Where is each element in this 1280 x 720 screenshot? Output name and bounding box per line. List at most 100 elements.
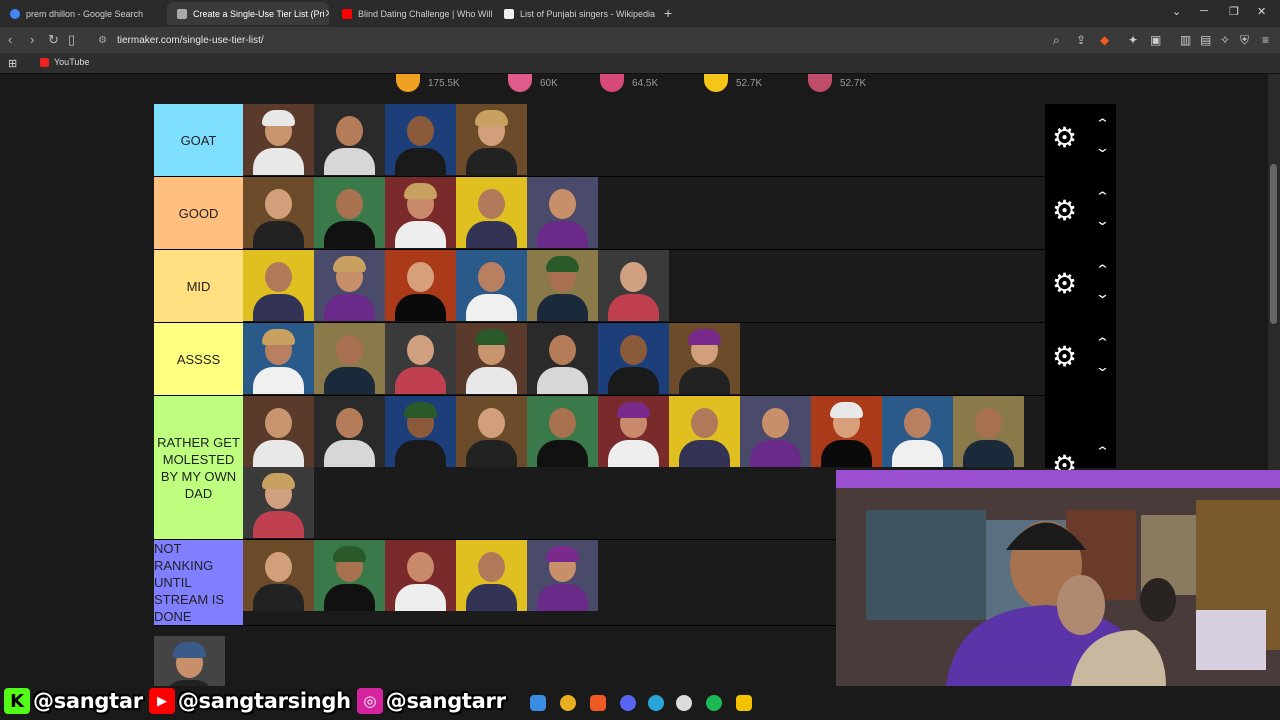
tier-label[interactable]: NOT RANKING UNTIL STREAM IS DONE xyxy=(154,540,243,625)
settings-gear-icon[interactable]: ⚙ xyxy=(1052,270,1077,298)
new-tab-icon[interactable]: + xyxy=(664,5,672,21)
reload-icon[interactable]: ↻ xyxy=(48,32,59,48)
url-field[interactable]: ⚙ tiermaker.com/single-use-tier-list/ xyxy=(90,30,890,50)
restore-icon[interactable]: ❐ xyxy=(1229,5,1239,18)
share-icon[interactable]: ⇪ xyxy=(1076,33,1086,47)
tab-tiermaker[interactable]: Create a Single-Use Tier List (Pri ✕ xyxy=(167,2,329,25)
wallet-icon[interactable]: ▣ xyxy=(1150,33,1161,47)
tier-item[interactable] xyxy=(527,177,598,248)
tier-item[interactable] xyxy=(882,396,953,467)
start-icon[interactable] xyxy=(530,695,546,711)
tier-item[interactable] xyxy=(527,250,598,321)
tier-item[interactable] xyxy=(385,540,456,611)
tier-label[interactable]: ASSSS xyxy=(154,323,243,395)
tier-item[interactable] xyxy=(527,323,598,394)
tier-item[interactable] xyxy=(243,323,314,394)
chrome-icon[interactable] xyxy=(560,695,576,711)
tier-item[interactable] xyxy=(314,250,385,321)
back-icon[interactable]: ‹ xyxy=(8,32,12,47)
tab-youtube-video[interactable]: Blind Dating Challenge | Who Will Ki xyxy=(332,4,492,24)
reaction-love[interactable]: 60K xyxy=(508,74,558,92)
move-up-icon[interactable]: ⌃ xyxy=(1095,189,1110,205)
tier-item[interactable] xyxy=(598,250,669,321)
tier-item[interactable] xyxy=(243,396,314,467)
tab-list-icon[interactable]: ⌄ xyxy=(1172,5,1181,18)
unranked-item[interactable] xyxy=(154,636,225,686)
tier-item[interactable] xyxy=(740,396,811,467)
file-explorer-icon[interactable] xyxy=(736,695,752,711)
close-window-icon[interactable]: ✕ xyxy=(1257,5,1266,18)
tier-label[interactable]: GOOD xyxy=(154,177,243,249)
tier-item[interactable] xyxy=(314,177,385,248)
wallet2-icon[interactable]: ▤ xyxy=(1200,33,1211,47)
tier-item[interactable] xyxy=(527,540,598,611)
zoom-icon[interactable]: ⌕ xyxy=(1053,33,1060,48)
tier-item[interactable] xyxy=(314,323,385,394)
tier-item[interactable] xyxy=(811,396,882,467)
tier-item[interactable] xyxy=(669,323,740,394)
tier-item[interactable] xyxy=(527,396,598,467)
tier-item[interactable] xyxy=(243,250,314,321)
discord-icon[interactable] xyxy=(620,695,636,711)
move-down-icon[interactable]: ⌄ xyxy=(1095,140,1110,156)
reaction-laugh[interactable]: 175.5K xyxy=(396,74,460,92)
forward-icon[interactable]: › xyxy=(30,32,34,47)
tier-item[interactable] xyxy=(385,250,456,321)
edge-icon[interactable] xyxy=(648,695,664,711)
tier-label[interactable]: RATHER GET MOLESTED BY MY OWN DAD xyxy=(154,396,243,539)
brave-shield-icon[interactable]: ◆ xyxy=(1100,33,1109,47)
site-info-icon[interactable]: ⚙ xyxy=(98,35,107,46)
move-up-icon[interactable]: ⌃ xyxy=(1095,335,1110,351)
minimize-icon[interactable]: ─ xyxy=(1200,5,1208,17)
bookmark-youtube[interactable]: YouTube xyxy=(40,57,89,67)
tier-label[interactable]: MID xyxy=(154,250,243,322)
apps-icon[interactable]: ⊞ xyxy=(8,57,17,70)
move-down-icon[interactable]: ⌄ xyxy=(1095,286,1110,302)
brave-icon[interactable] xyxy=(590,695,606,711)
reaction-poop[interactable]: 52.7K xyxy=(808,74,866,92)
tier-item[interactable] xyxy=(243,540,314,611)
tier-item[interactable] xyxy=(669,396,740,467)
reaction-wow[interactable]: 64.5K xyxy=(600,74,658,92)
reaction-clap[interactable]: 52.7K xyxy=(704,74,762,92)
tab-wikipedia[interactable]: List of Punjabi singers - Wikipedia xyxy=(494,4,659,24)
move-up-icon[interactable]: ⌃ xyxy=(1095,444,1110,460)
tier-item[interactable] xyxy=(456,177,527,248)
tier-item[interactable] xyxy=(243,467,314,538)
move-down-icon[interactable]: ⌄ xyxy=(1095,213,1110,229)
close-tab-icon[interactable]: ✕ xyxy=(325,7,329,20)
scrollbar-thumb[interactable] xyxy=(1270,164,1277,324)
tier-item[interactable] xyxy=(243,177,314,248)
vpn-icon[interactable]: ⛨ xyxy=(1240,33,1249,48)
menu-icon[interactable]: ≡ xyxy=(1262,33,1269,47)
tier-item[interactable] xyxy=(456,104,527,175)
tier-label[interactable]: GOAT xyxy=(154,104,243,176)
sidebar-icon[interactable]: ▥ xyxy=(1180,33,1191,47)
tier-item[interactable] xyxy=(456,540,527,611)
tier-item[interactable] xyxy=(314,396,385,467)
tier-item[interactable] xyxy=(385,396,456,467)
tier-item[interactable] xyxy=(385,104,456,175)
tier-item[interactable] xyxy=(385,177,456,248)
bookmark-icon[interactable]: ▯ xyxy=(68,32,75,48)
settings-gear-icon[interactable]: ⚙ xyxy=(1052,124,1077,152)
move-up-icon[interactable]: ⌃ xyxy=(1095,116,1110,132)
tier-item[interactable] xyxy=(456,250,527,321)
github-icon[interactable] xyxy=(676,695,692,711)
tier-item[interactable] xyxy=(314,104,385,175)
spotify-icon[interactable] xyxy=(706,695,722,711)
tier-item[interactable] xyxy=(598,396,669,467)
tier-item[interactable] xyxy=(314,540,385,611)
settings-gear-icon[interactable]: ⚙ xyxy=(1052,197,1077,225)
settings-gear-icon[interactable]: ⚙ xyxy=(1052,343,1077,371)
extensions-icon[interactable]: ✦ xyxy=(1128,33,1138,47)
tier-item[interactable] xyxy=(456,323,527,394)
tier-item[interactable] xyxy=(456,396,527,467)
tier-item[interactable] xyxy=(953,396,1024,467)
tier-item[interactable] xyxy=(243,104,314,175)
move-up-icon[interactable]: ⌃ xyxy=(1095,262,1110,278)
leo-icon[interactable]: ✧ xyxy=(1220,33,1230,47)
tab-google-search[interactable]: prem dhillon - Google Search xyxy=(0,4,165,24)
move-down-icon[interactable]: ⌄ xyxy=(1095,359,1110,375)
tier-item[interactable] xyxy=(385,323,456,394)
